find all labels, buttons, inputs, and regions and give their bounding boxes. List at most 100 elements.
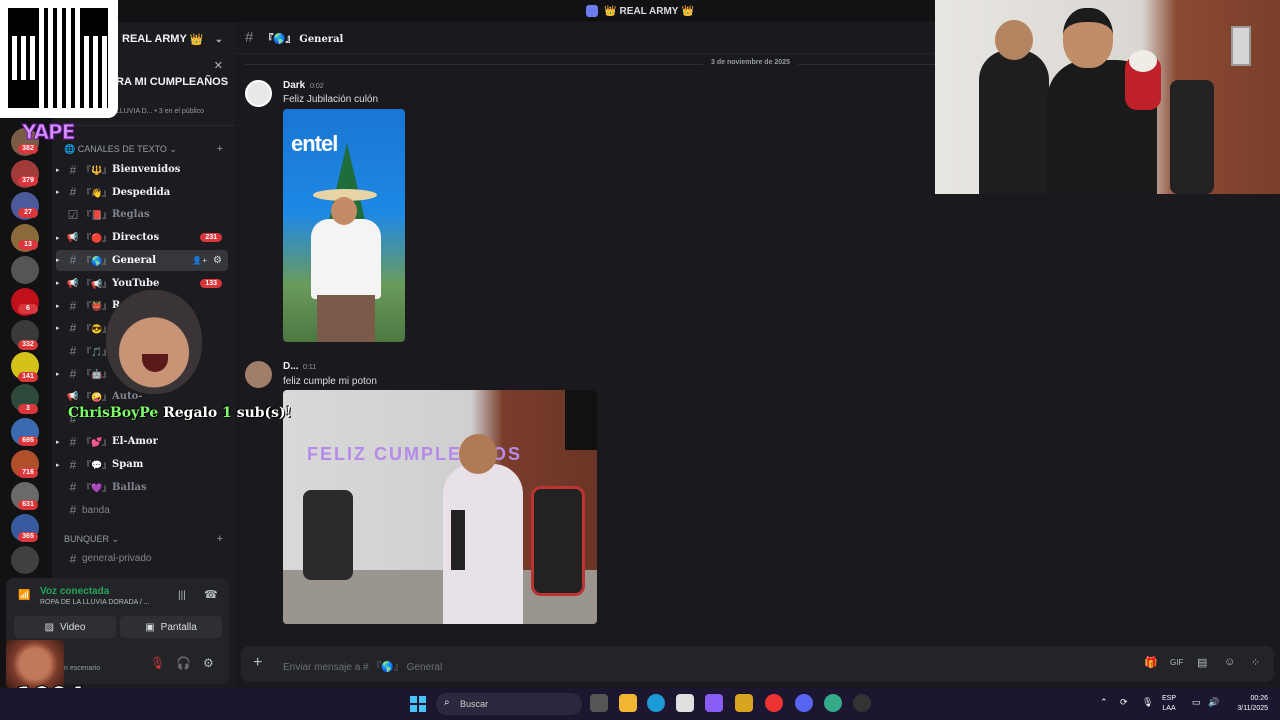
yape-logo: YAPE: [21, 120, 75, 145]
chrome-profile-icon[interactable]: [824, 694, 842, 712]
channel-emoji: 『👋』: [82, 187, 112, 198]
channel-emoji: 『🤪』: [82, 392, 112, 402]
combo-face: [6, 640, 64, 688]
webcam-head: [1063, 8, 1113, 68]
unread-dot-icon: ▸: [56, 302, 60, 310]
voice-channel[interactable]: ROPA DE LA LLUVIA DORADA / ...: [40, 599, 150, 606]
avatar[interactable]: [245, 80, 272, 107]
chrome-icon[interactable]: [765, 694, 783, 712]
avatar[interactable]: [245, 361, 272, 388]
mic-icon[interactable]: 🎙: [1142, 697, 1153, 708]
image-brand: entel: [291, 131, 338, 156]
mention-badge: 27: [18, 208, 38, 218]
emoji-icon[interactable]: ☺: [1224, 656, 1235, 668]
game-icon[interactable]: [735, 694, 753, 712]
server-icon[interactable]: [11, 546, 39, 574]
message-input[interactable]: Enviar mensaje a # 『🌎』 General: [283, 658, 442, 673]
add-channel-icon[interactable]: +: [217, 143, 223, 155]
image-head: [331, 197, 357, 225]
globe-icon: 🌐: [64, 144, 76, 154]
message-input-bar[interactable]: + Enviar mensaje a # 『🌎』 General 🎁 GIF ▤…: [241, 646, 1274, 682]
server-icon[interactable]: [11, 256, 39, 284]
sticker-icon[interactable]: ▤: [1197, 656, 1207, 669]
gift-unit: sub(s)!: [236, 405, 292, 421]
message-image[interactable]: FELIZ CUMPLEAÑOS: [283, 390, 597, 624]
hash-icon: #: [69, 366, 77, 381]
channel-item[interactable]: ▸ # 『👋』 Despedida: [56, 182, 228, 203]
chevron-down-icon[interactable]: ⌄: [215, 34, 223, 45]
message-text: feliz cumple mi poton: [283, 376, 377, 387]
channel-item[interactable]: ☑ 『📕』 Reglas: [56, 204, 228, 225]
channel-general-privado[interactable]: # general-privado: [56, 548, 228, 569]
channel-name: El-Amor: [112, 436, 158, 448]
channel-item[interactable]: # banda: [56, 500, 228, 521]
screen-share-button[interactable]: ▣ Pantalla: [120, 616, 222, 638]
webcam-chair: [1170, 80, 1214, 194]
invite-icon[interactable]: 👤+: [192, 256, 207, 265]
message-image[interactable]: entel: [283, 109, 405, 342]
channel-name: Directos: [112, 232, 160, 244]
folder-icon[interactable]: [619, 694, 637, 712]
unread-dot-icon: ▸: [56, 257, 60, 265]
apps-icon[interactable]: ⁘: [1251, 656, 1260, 669]
sync-icon[interactable]: ⟳: [1120, 697, 1128, 708]
megaphone-icon: 📢: [67, 277, 79, 288]
search-bar[interactable]: ⌕ Buscar: [436, 693, 582, 715]
voice-status[interactable]: Voz conectada: [40, 586, 109, 597]
image-head: [459, 434, 497, 474]
server-name: REAL ARMY: [122, 33, 187, 45]
add-channel-icon[interactable]: +: [217, 533, 223, 545]
attach-plus-icon[interactable]: +: [253, 654, 262, 672]
channel-item[interactable]: # 『💜』 Ballas: [56, 477, 228, 498]
mute-icon[interactable]: 🎙: [150, 656, 165, 670]
clock[interactable]: 00:26 3/11/2025: [1226, 694, 1268, 714]
chevron-up-icon[interactable]: ⌃: [1100, 697, 1108, 708]
hash-icon: #: [69, 162, 77, 177]
language-indicator[interactable]: ESP LAA: [1162, 694, 1176, 714]
hash-icon: #: [69, 185, 77, 200]
unread-dot-icon: ▸: [56, 370, 60, 378]
video-button[interactable]: ▨ Video: [14, 616, 116, 638]
image-person: [311, 219, 381, 299]
hash-icon: #: [69, 457, 77, 472]
channel-item[interactable]: ▸ # 『🔱』 Bienvenidos: [56, 159, 228, 180]
signal-icon[interactable]: 📶: [18, 590, 30, 601]
obs-icon[interactable]: [853, 694, 871, 712]
monitor-icon[interactable]: ▭: [1192, 697, 1201, 708]
gift-icon[interactable]: 🎁: [1144, 656, 1158, 669]
disconnect-icon[interactable]: ☎: [204, 588, 218, 601]
channel-item[interactable]: ▸ # 『💬』 Spam: [56, 454, 228, 475]
category-text-channels[interactable]: 🌐 CANALES DE TEXTO ⌄: [64, 144, 177, 155]
task-view-icon[interactable]: [590, 694, 608, 712]
soundboard-icon[interactable]: |||: [178, 590, 186, 601]
discord-icon[interactable]: [795, 694, 813, 712]
channel-emoji: 『👹』: [82, 301, 112, 312]
windows-start-icon[interactable]: [410, 696, 426, 712]
channel-emoji: 『🌎』: [82, 255, 112, 266]
message-text: Feliz Jubilación culón: [283, 94, 379, 105]
server-logo-icon: [586, 5, 599, 17]
gear-icon[interactable]: ⚙: [203, 656, 214, 670]
message-author[interactable]: D...: [283, 361, 299, 372]
volume-icon[interactable]: 🔊: [1208, 697, 1219, 708]
photos-icon[interactable]: [676, 694, 694, 712]
close-icon[interactable]: ✕: [214, 59, 223, 72]
mention-badge: 141: [18, 372, 38, 382]
channel-item[interactable]: ▸ 📢 『🔴』 Directos 231: [56, 227, 228, 248]
category-bunquer[interactable]: BUNQUER ⌄: [64, 534, 119, 545]
unread-dot-icon: ▸: [56, 438, 60, 446]
edge-icon[interactable]: [647, 694, 665, 712]
megaphone-icon: 📢: [67, 232, 79, 243]
headphones-icon[interactable]: 🎧: [176, 656, 191, 670]
hash-icon: #: [69, 253, 77, 268]
copilot-icon[interactable]: [705, 694, 723, 712]
gear-icon[interactable]: ⚙: [213, 255, 222, 266]
channel-name: YouTube: [112, 277, 160, 289]
mention-badge: 379: [18, 176, 38, 186]
message-author[interactable]: Dark: [283, 80, 305, 91]
gif-icon[interactable]: GIF: [1170, 658, 1183, 667]
window-title: REAL ARMY: [619, 5, 679, 17]
channel-item[interactable]: ▸ # 『💕』 El-Amor: [56, 431, 228, 452]
webcam-wall-frame: [1231, 26, 1251, 66]
channel-item[interactable]: ▸ # 『🌎』 General 👤+ ⚙: [56, 249, 228, 271]
